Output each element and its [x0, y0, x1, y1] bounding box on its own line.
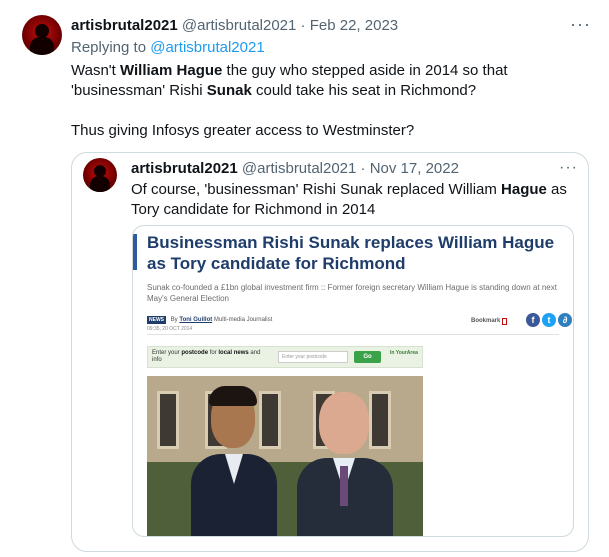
tweet-text: Wasn't William Hague the guy who stepped…: [71, 61, 591, 141]
postcode-prompt: Enter your postcode for local news and i…: [152, 350, 261, 363]
share-link-icon: ∂: [558, 313, 572, 327]
avatar-figure-body: [30, 37, 54, 55]
avatar[interactable]: [22, 15, 62, 55]
display-name[interactable]: artisbrutal2021: [71, 17, 178, 34]
divider: [147, 334, 559, 335]
quoted-display-name[interactable]: artisbrutal2021: [131, 160, 238, 177]
headline-accent-bar: [133, 234, 137, 270]
quoted-handle[interactable]: @artisbrutal2021: [242, 160, 356, 177]
quoted-date[interactable]: Nov 17, 2022: [370, 160, 459, 177]
article-headline: Businessman Rishi Sunak replaces William…: [147, 233, 555, 273]
bookmark-icon: [502, 318, 507, 325]
separator-dot: ·: [300, 17, 306, 34]
replying-prefix: Replying to: [71, 39, 147, 56]
author-role: Multi-media Journalist: [213, 317, 273, 323]
quoted-header: artisbrutal2021 @artisbrutal2021 · Nov 1…: [131, 159, 459, 179]
quoted-text: Of course, 'businessman' Rishi Sunak rep…: [131, 181, 567, 218]
tweet-date[interactable]: Feb 22, 2023: [310, 17, 398, 34]
replying-to: Replying to @artisbrutal2021: [71, 38, 265, 58]
article-standfirst: Sunak co-founded a £1bn global investmen…: [147, 283, 557, 303]
quoted-more-options-icon[interactable]: ···: [559, 160, 578, 176]
article-screenshot-image[interactable]: Businessman Rishi Sunak replaces William…: [132, 225, 574, 537]
postcode-input: Enter your postcode: [278, 351, 348, 363]
user-handle[interactable]: @artisbrutal2021: [182, 17, 296, 34]
quoted-avatar[interactable]: [83, 158, 117, 192]
avatar-figure-head: [35, 24, 49, 38]
tweet-header: artisbrutal2021 @artisbrutal2021 · Feb 2…: [71, 16, 398, 36]
avatar-figure-body: [90, 176, 110, 192]
person-right-tie: [340, 466, 348, 506]
person-left-hair: [209, 386, 257, 406]
tweet[interactable]: artisbrutal2021 @artisbrutal2021 · Feb 2…: [0, 0, 609, 557]
article-byline: NEWS By Toni Guillot Multi-media Journal…: [147, 316, 273, 324]
inyourarea-logo: In YourArea: [390, 350, 418, 356]
postcode-widget: Enter your postcode for local news and i…: [147, 346, 423, 368]
bookmark-label: Bookmark: [471, 318, 501, 324]
window: [259, 391, 281, 449]
separator-dot: ·: [360, 160, 366, 177]
facebook-icon: f: [526, 313, 540, 327]
quoted-tweet[interactable]: artisbrutal2021 @artisbrutal2021 · Nov 1…: [71, 152, 589, 552]
go-button: Go: [354, 351, 381, 363]
twitter-icon: t: [542, 313, 556, 327]
tweet-paragraph-2: Thus giving Infosys greater access to We…: [71, 122, 415, 139]
window: [369, 391, 391, 449]
tweet-paragraph-1: Wasn't William Hague the guy who stepped…: [71, 62, 508, 99]
news-tag: NEWS: [147, 316, 166, 324]
person-right-head: [319, 392, 369, 454]
more-options-icon[interactable]: ···: [570, 15, 591, 33]
replying-to-link[interactable]: @artisbrutal2021: [150, 39, 264, 56]
article-photo: [147, 376, 423, 536]
window: [157, 391, 179, 449]
author-link: Toni Guillot: [179, 317, 213, 323]
article-timestamp: 09:35, 20 OCT 2014: [147, 326, 193, 332]
